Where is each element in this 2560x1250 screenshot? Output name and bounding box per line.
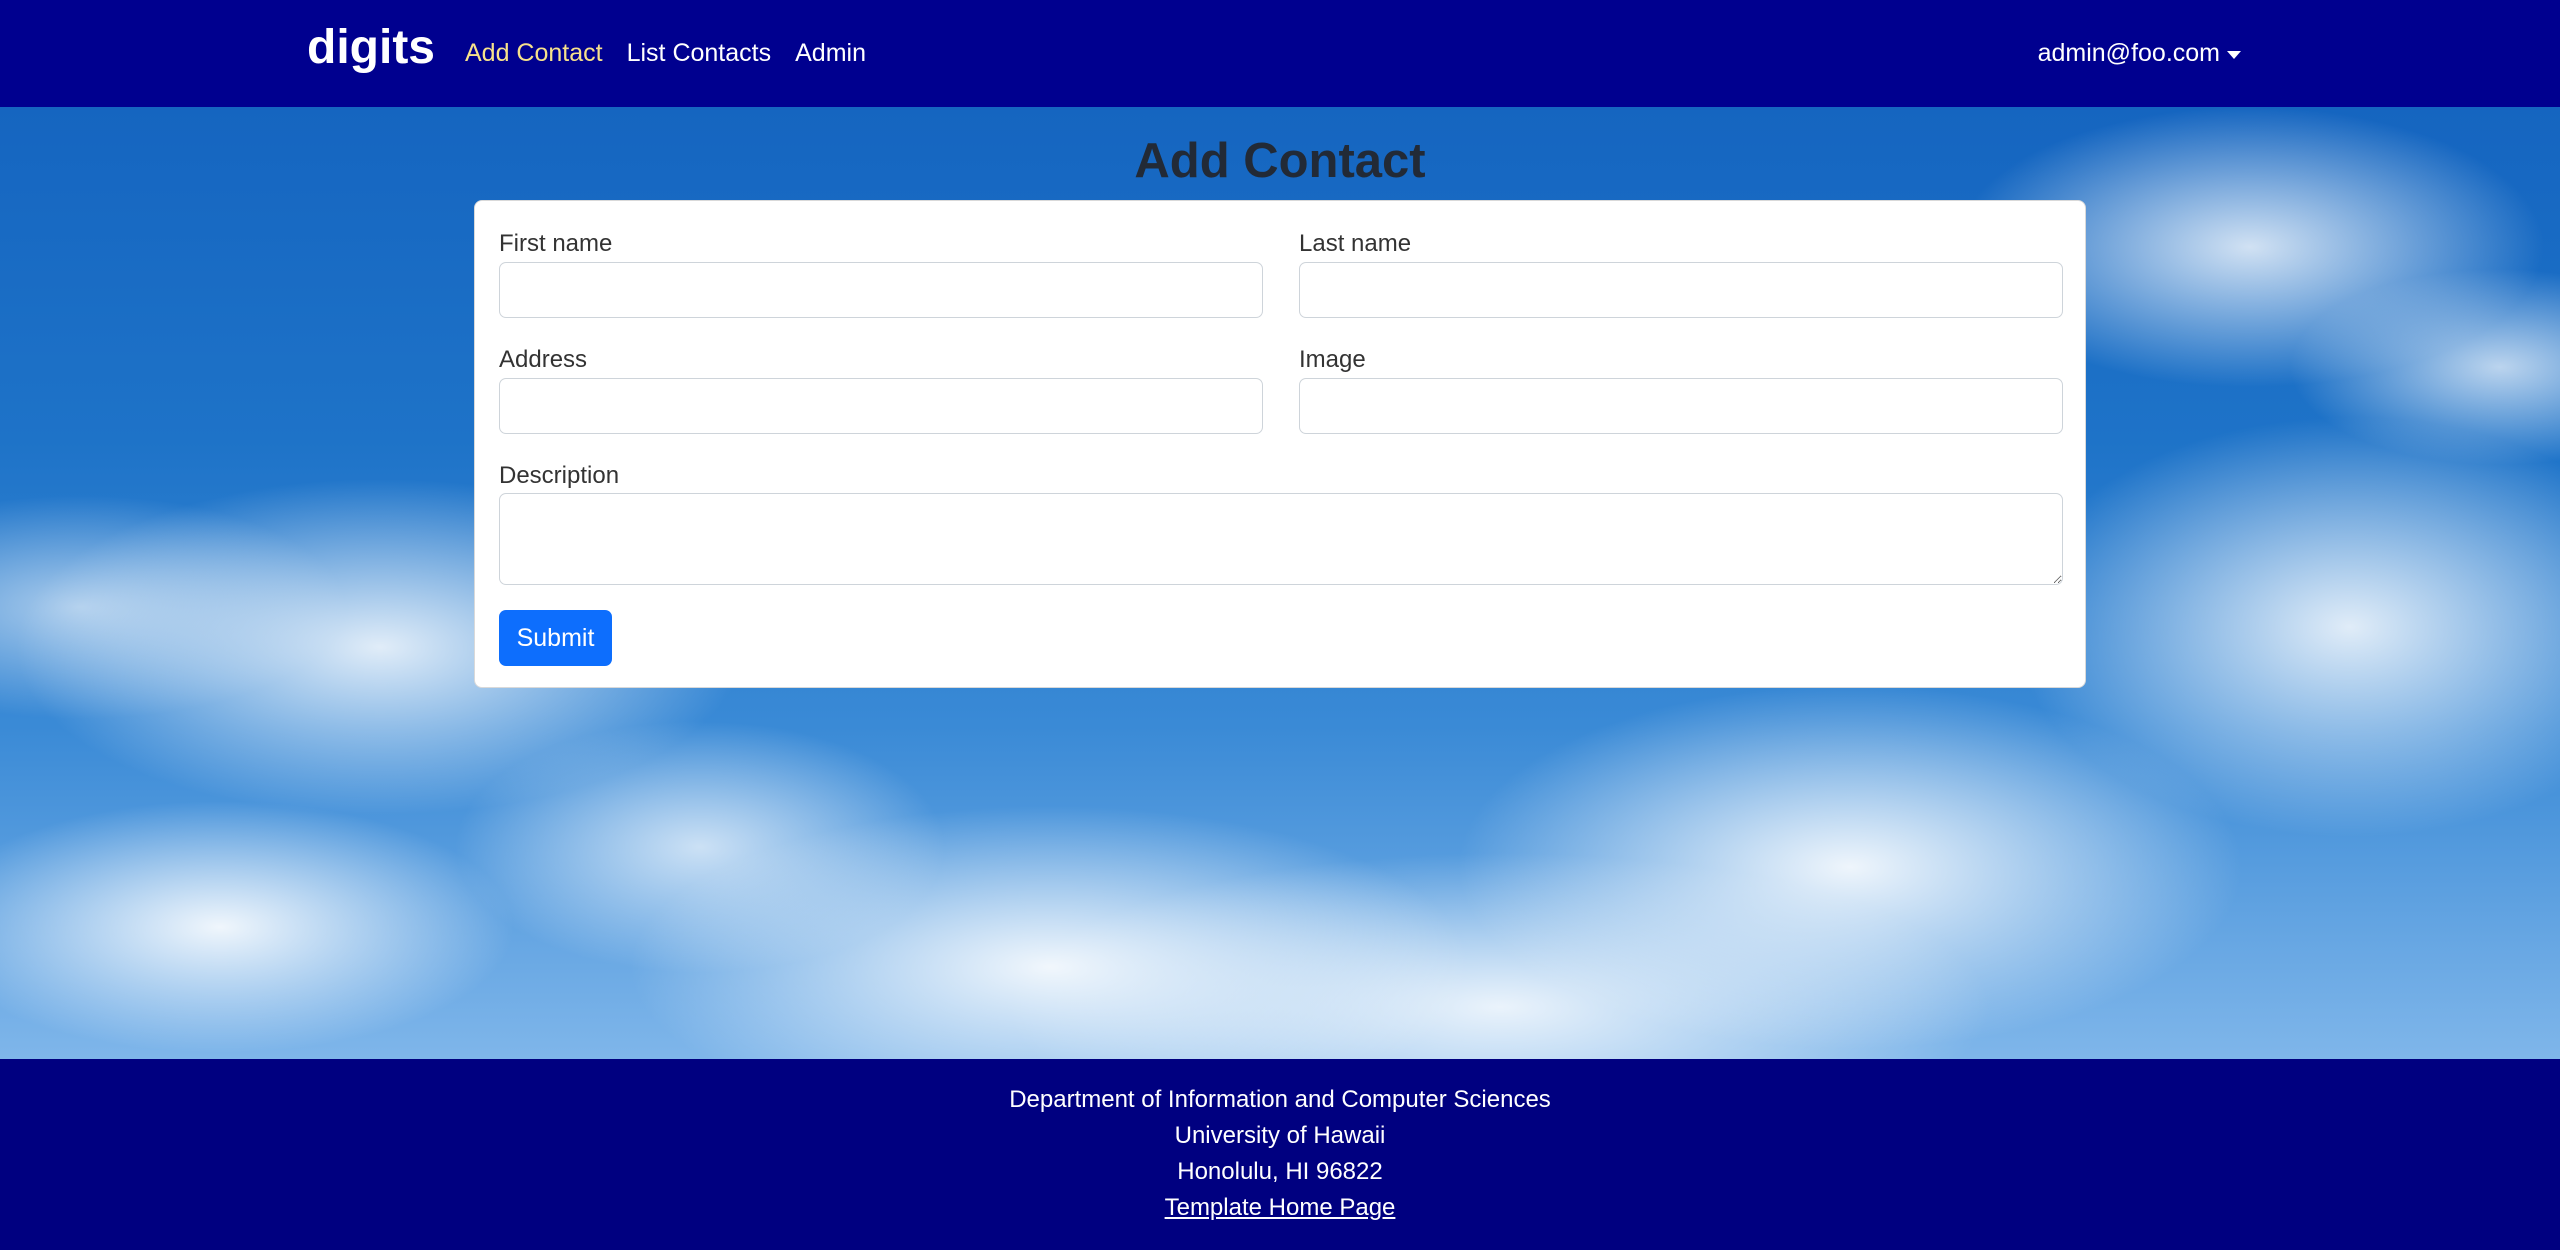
user-email: admin@foo.com — [2037, 39, 2220, 67]
footer-address: Honolulu, HI 96822 — [1177, 1158, 1383, 1185]
template-home-page-link[interactable]: Template Home Page — [1165, 1194, 1396, 1221]
nav-link-add-contact[interactable]: Add Contact — [465, 39, 603, 68]
footer: Department of Information and Computer S… — [0, 1059, 2560, 1250]
footer-university: University of Hawaii — [1174, 1122, 1386, 1149]
page-title: Add Contact — [1134, 134, 1426, 188]
description-textarea[interactable] — [499, 493, 2063, 585]
last-name-input[interactable] — [1299, 262, 2063, 318]
caret-down-icon — [2227, 50, 2241, 59]
navbar: digits Add Contact List Contacts Admin a… — [0, 0, 2560, 107]
image-label: Image — [1299, 346, 1366, 373]
footer-department: Department of Information and Computer S… — [1009, 1086, 1551, 1113]
nav-link-list-contacts[interactable]: List Contacts — [627, 39, 772, 68]
image-input[interactable] — [1299, 378, 2063, 434]
first-name-label: First name — [499, 230, 613, 257]
nav-link-admin[interactable]: Admin — [795, 39, 866, 68]
address-label: Address — [499, 346, 588, 373]
description-label: Description — [499, 462, 620, 489]
address-input[interactable] — [499, 378, 1263, 434]
submit-button[interactable]: Submit — [499, 610, 612, 666]
user-menu-dropdown[interactable]: admin@foo.com — [2038, 0, 2241, 107]
first-name-input[interactable] — [499, 262, 1263, 318]
nav-links: Add Contact List Contacts Admin — [465, 0, 890, 107]
last-name-label: Last name — [1299, 230, 1412, 257]
add-contact-form: First name Last name Address Image Descr… — [474, 200, 2086, 688]
brand-logo[interactable]: digits — [307, 18, 435, 78]
